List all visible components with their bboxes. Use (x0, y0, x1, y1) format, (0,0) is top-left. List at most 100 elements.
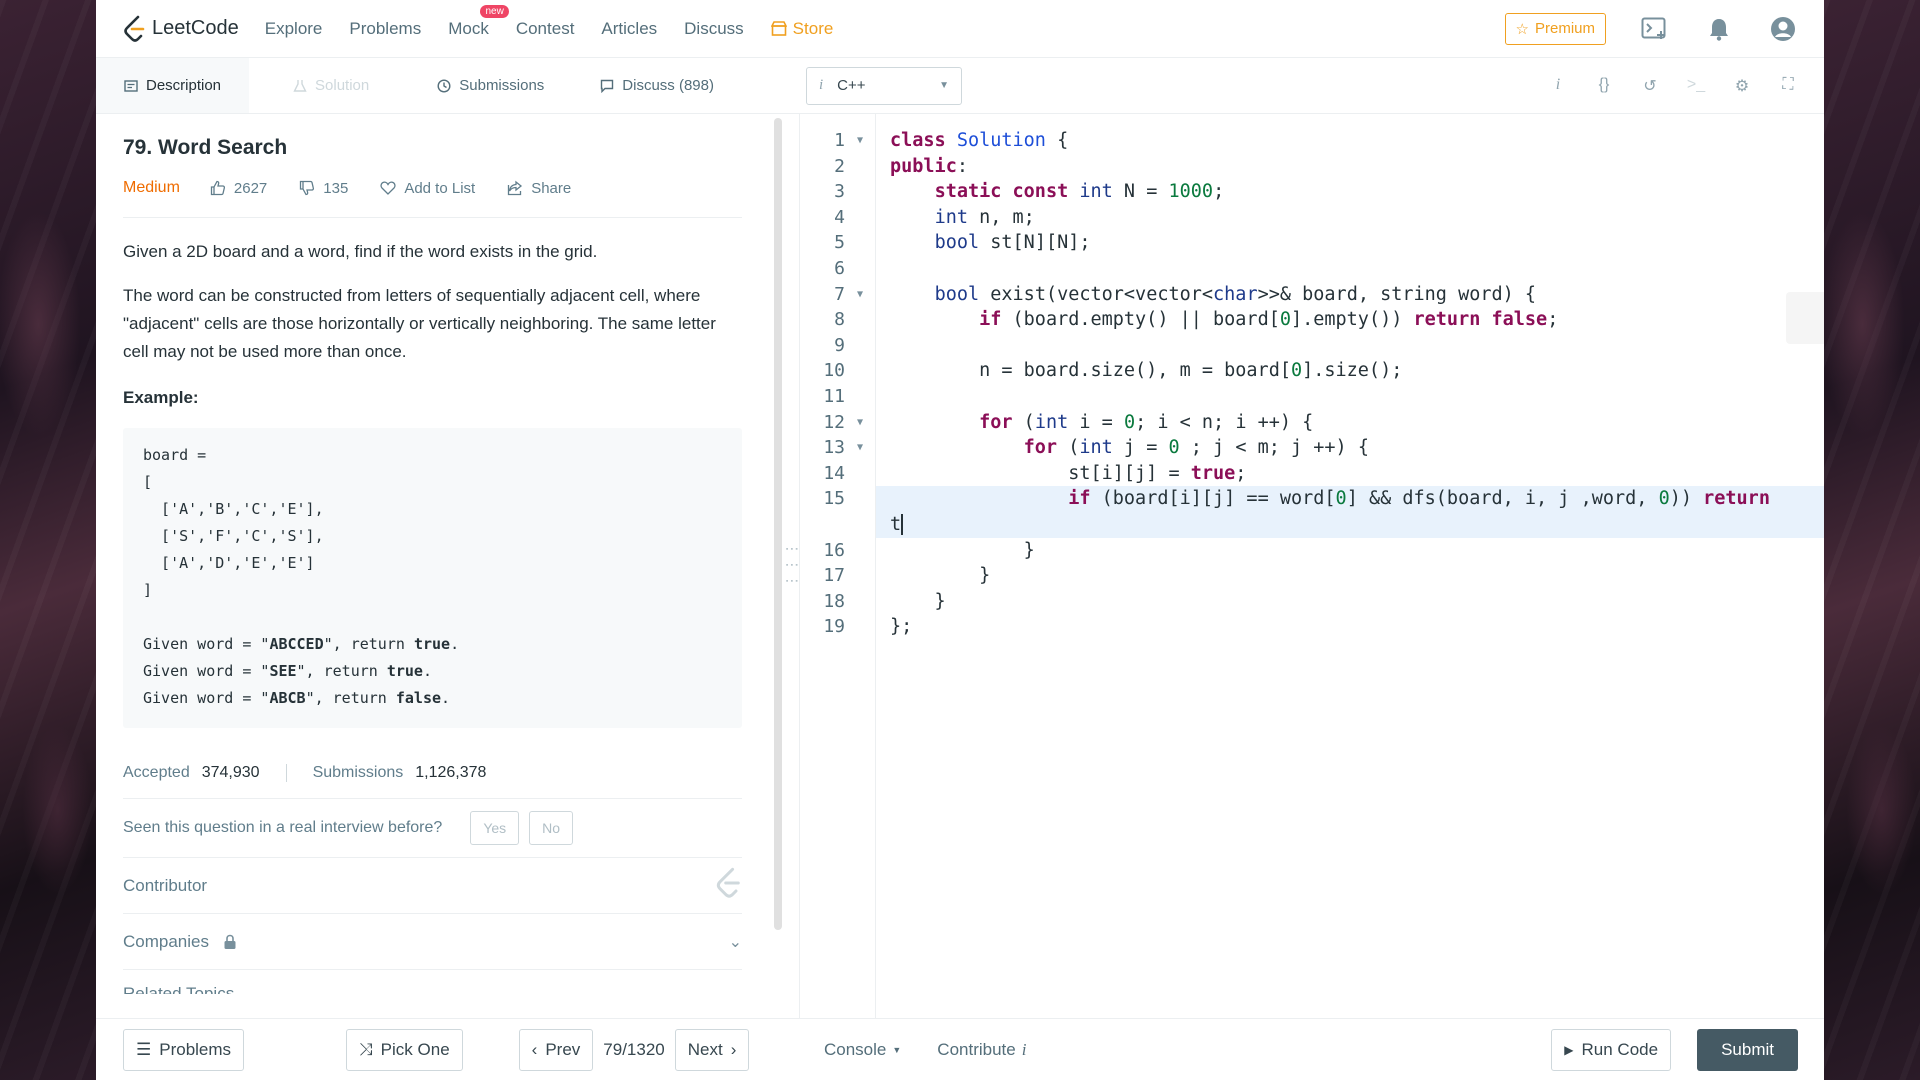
tab-description[interactable]: Description (96, 58, 250, 113)
chevron-left-icon: ‹ (531, 1039, 538, 1059)
tab-discuss-label: Discuss (898) (622, 77, 714, 94)
line-number: 17 (823, 565, 845, 587)
pick-one-label: Pick One (380, 1039, 450, 1059)
add-to-list-label: Add to List (404, 179, 476, 197)
share-button[interactable]: Share (507, 180, 571, 197)
nav-discuss[interactable]: Discuss (684, 19, 744, 39)
line-number: 2 (834, 155, 845, 177)
line-number: 7 ▼ (800, 282, 875, 308)
dislike-button[interactable]: 135 (299, 180, 348, 197)
playground-button[interactable] (1640, 14, 1670, 44)
fold-arrow-icon[interactable]: ▼ (857, 435, 863, 461)
interview-no-button[interactable]: No (529, 811, 574, 845)
tab-solution[interactable]: Solution (249, 58, 409, 113)
next-button[interactable]: Next › (674, 1028, 750, 1071)
problems-list-button[interactable]: ☰ Problems (123, 1028, 245, 1071)
question-meta: Medium 2627 135 Add to List Share (123, 179, 742, 218)
example-line: ['A','D','E','E'] (143, 554, 315, 572)
code-line: class Solution { (890, 130, 1069, 151)
terminal-icon[interactable]: >_ (1686, 76, 1706, 96)
like-button[interactable]: 2627 (210, 180, 267, 197)
comment-icon (601, 79, 614, 93)
line-number: 8 (834, 309, 845, 331)
example-code-block: board = [ ['A','B','C','E'], ['S','F','C'… (123, 428, 742, 728)
code-line: for (int j = 0 ; j < m; j ++) { (1023, 437, 1369, 459)
code-line: } (890, 565, 991, 587)
tab-submissions[interactable]: Submissions (409, 58, 572, 113)
nav-articles[interactable]: Articles (601, 19, 657, 39)
tab-discuss[interactable]: Discuss (898) (572, 58, 742, 113)
line-number: 3 (834, 181, 845, 203)
play-icon: ▶ (1564, 1042, 1574, 1057)
companies-row[interactable]: Companies ⌄ (123, 914, 742, 970)
line-number: 18 (823, 590, 845, 612)
heart-icon (380, 181, 396, 195)
tab-submissions-label: Submissions (459, 77, 545, 94)
code-line: bool st[N][N]; (934, 232, 1091, 254)
shuffle-icon: ⤨ (359, 1039, 373, 1059)
description-panel: 79. Word Search Medium 2627 135 Add to L… (96, 114, 786, 1018)
nav-contest[interactable]: Contest (516, 19, 575, 39)
description-scrollbar[interactable] (774, 118, 782, 930)
console-button[interactable]: Console ▼ (824, 1040, 901, 1060)
accepted-label: Accepted (123, 764, 190, 781)
logo[interactable]: LeetCode (122, 15, 239, 43)
nav-problems[interactable]: Problems (349, 19, 421, 39)
example-line: Given word = "SEE", return true. (143, 662, 432, 680)
main-area: 79. Word Search Medium 2627 135 Add to L… (96, 114, 1824, 1018)
code-editor[interactable]: 1 ▼ 2 3 4 5 6 7 ▼ 8 9 10 11 12 ▼ 13 ▼ 14 15 … (800, 114, 1824, 1018)
user-avatar-button[interactable] (1768, 14, 1798, 44)
problem-index: 79/1320 (603, 1039, 665, 1059)
code-content[interactable]: class Solution { public: static const in… (876, 114, 1824, 1018)
contribute-button[interactable]: Contribute i (937, 1040, 1026, 1060)
contributor-row[interactable]: Contributor (123, 858, 742, 914)
question-title: 79. Word Search (123, 136, 288, 159)
code-line: for (int i = 0; i < n; i ++) { (979, 411, 1314, 433)
fullscreen-icon[interactable]: ⛶ (1778, 76, 1798, 96)
line-number: 16 (823, 539, 845, 561)
submissions-count: 1,126,378 (415, 764, 487, 781)
related-topics-row[interactable]: Related Topics (123, 984, 742, 994)
run-code-label: Run Code (1581, 1039, 1659, 1059)
description-paragraph-1: Given a 2D board and a word, find if the… (123, 242, 598, 261)
panel-resize-handle[interactable]: ⋮⋮⋮ (785, 114, 801, 1018)
run-code-button[interactable]: ▶ Run Code (1551, 1028, 1672, 1071)
description-paragraph-2: The word can be constructed from letters… (123, 286, 716, 361)
settings-icon[interactable]: ⚙ (1732, 76, 1752, 96)
line-number: 1 ▼ (800, 128, 875, 154)
bell-icon (1710, 18, 1728, 41)
problems-label: Problems (159, 1039, 232, 1059)
thumbs-down-icon (300, 180, 315, 196)
prev-button[interactable]: ‹ Prev (518, 1028, 594, 1071)
code-line: n = board.size(), m = board[0].size(); (890, 360, 1403, 382)
flask-icon (293, 79, 307, 92)
caret-down-icon: ▼ (892, 1044, 902, 1055)
submit-button[interactable]: Submit (1697, 1028, 1798, 1071)
tab-row: Description Solution Submissions Discuss… (96, 58, 1824, 114)
example-line: ['A','B','C','E'], (143, 500, 324, 518)
line-number: 4 (834, 206, 845, 228)
fold-arrow-icon[interactable]: ▼ (857, 128, 863, 154)
pick-one-button[interactable]: ⤨ Pick One (346, 1028, 463, 1071)
nav-mock[interactable]: Mock new (448, 4, 509, 39)
interview-yes-button[interactable]: Yes (470, 811, 520, 845)
nav-explore[interactable]: Explore (265, 19, 323, 39)
info-italic-icon[interactable]: i (1548, 76, 1568, 96)
notifications-button[interactable] (1704, 14, 1734, 44)
line-number: 9 (834, 334, 845, 356)
add-to-list-button[interactable]: Add to List (380, 180, 475, 197)
reset-icon[interactable]: ↺ (1640, 76, 1660, 96)
fold-arrow-icon[interactable]: ▼ (857, 282, 863, 308)
language-select[interactable]: i C++ ▼ (806, 66, 962, 105)
stats-divider (285, 764, 287, 782)
example-line: ['S','F','C','S'], (143, 527, 324, 545)
clipboard-side-tab[interactable] (1786, 292, 1824, 344)
fold-arrow-icon[interactable]: ▼ (857, 410, 863, 436)
store-icon (770, 21, 787, 36)
nav-store[interactable]: Store (770, 19, 833, 39)
braces-icon[interactable]: {} (1594, 76, 1614, 96)
premium-button[interactable]: ☆ Premium (1504, 12, 1606, 45)
share-label: Share (531, 179, 572, 197)
